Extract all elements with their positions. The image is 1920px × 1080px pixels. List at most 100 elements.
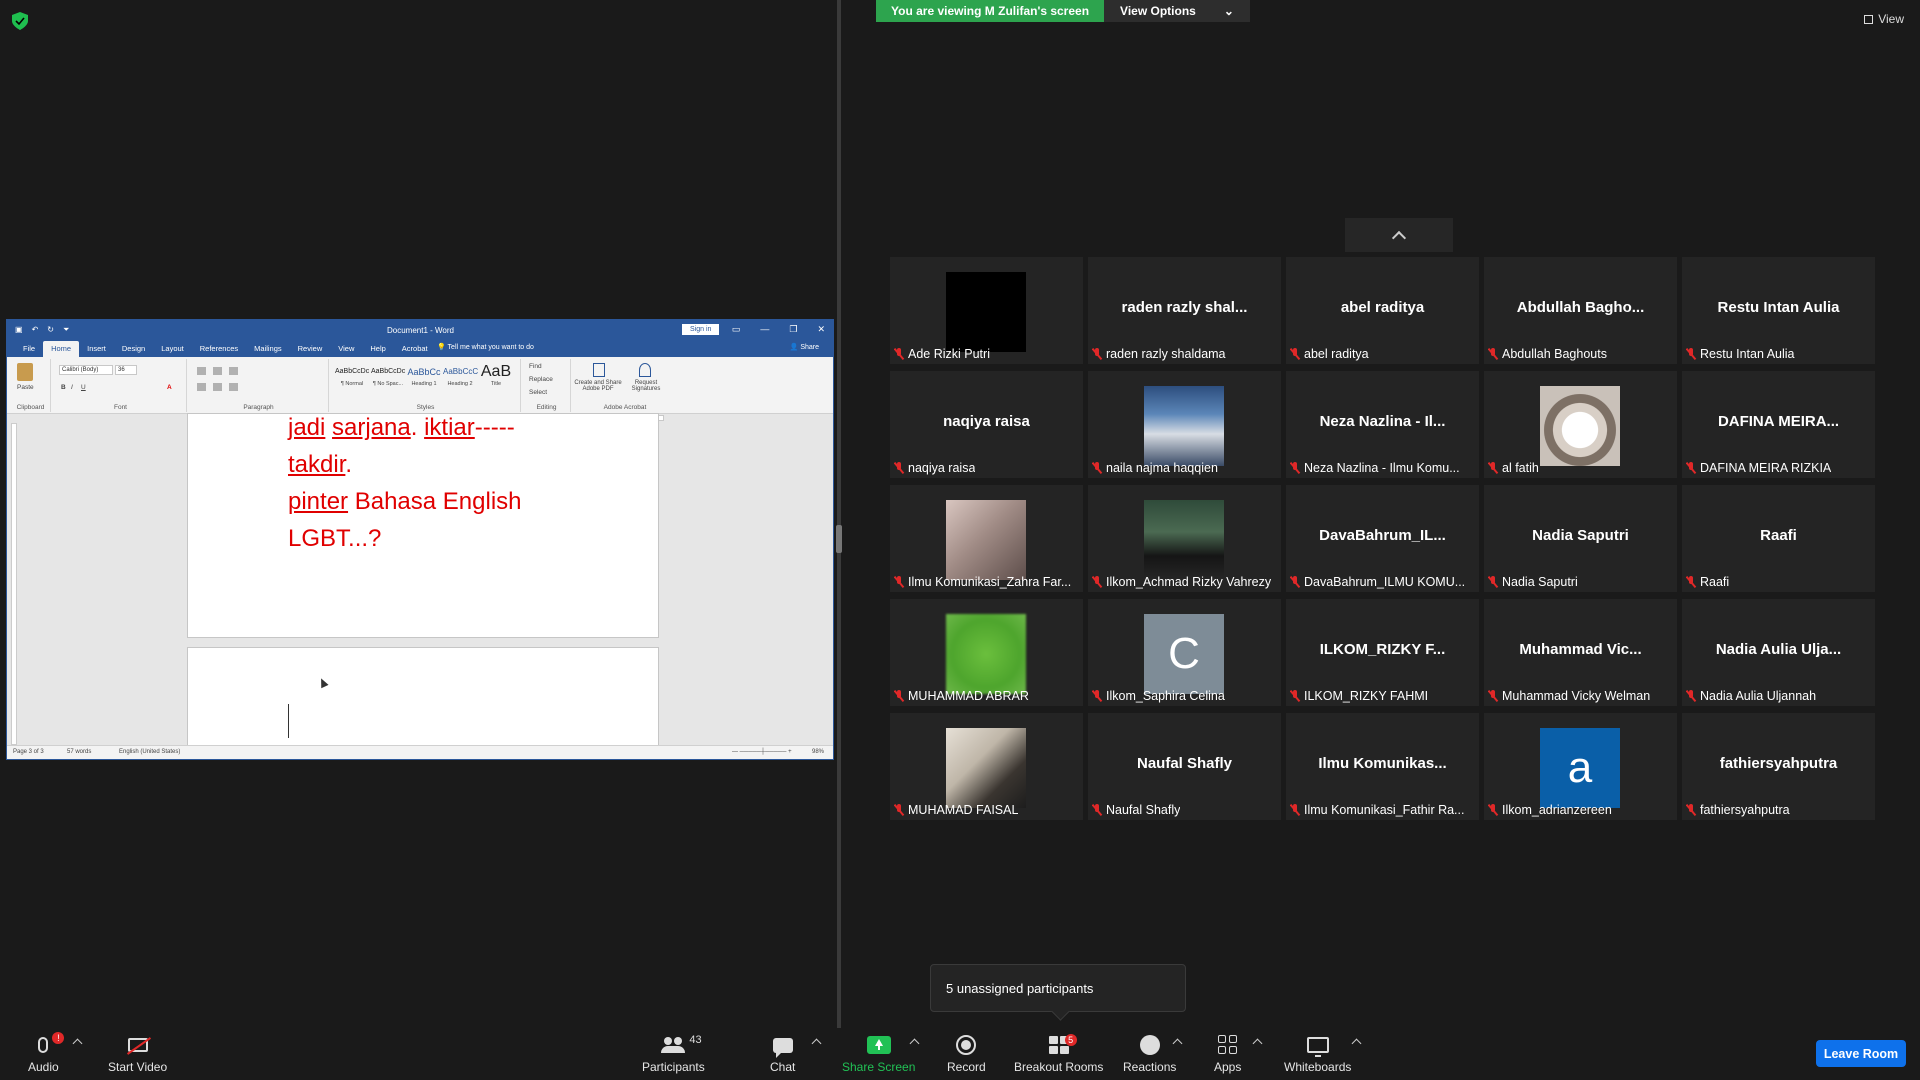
reactions-button[interactable]: Reactions xyxy=(1123,1032,1176,1074)
customize-icon[interactable]: ⏷ xyxy=(63,325,69,335)
participant-tile[interactable]: raden razly shal... raden razly shaldama xyxy=(1088,257,1281,364)
participant-tile[interactable]: al fatih xyxy=(1484,371,1677,478)
leave-room-button[interactable]: Leave Room xyxy=(1816,1040,1906,1067)
unassigned-participants-tooltip[interactable]: 5 unassigned participants xyxy=(930,964,1186,1012)
apps-options-caret[interactable] xyxy=(1252,1038,1263,1049)
style-heading-1[interactable]: AaBbCc Heading 1 xyxy=(407,363,441,387)
document-text[interactable]: jadi sarjana. iktiar----- takdir. pinter… xyxy=(288,414,522,557)
zoom-slider[interactable]: — ─────┼───── + xyxy=(732,749,792,755)
participant-tile[interactable]: Ilmu Komunikas... Ilmu Komunikasi_Fathir … xyxy=(1286,713,1479,820)
share-button[interactable]: 👤 Share xyxy=(790,343,819,351)
page-count[interactable]: Page 3 of 3 xyxy=(13,749,44,755)
style-normal[interactable]: AaBbCcDc ¶ Normal xyxy=(335,363,369,387)
gallery-page-up-button[interactable] xyxy=(1345,218,1453,252)
tab-layout[interactable]: Layout xyxy=(153,341,192,357)
font-color-button[interactable]: A xyxy=(167,384,172,391)
chat-button[interactable]: Chat xyxy=(770,1032,795,1074)
participant-tile[interactable]: Abdullah Bagho... Abdullah Baghouts xyxy=(1484,257,1677,364)
zoom-level[interactable]: 98% xyxy=(812,749,824,755)
align-right-icon[interactable] xyxy=(229,383,238,391)
tell-me-search[interactable]: 💡 Tell me what you want to do xyxy=(437,343,534,351)
whiteboards-button[interactable]: Whiteboards xyxy=(1284,1032,1351,1074)
participant-tile[interactable]: Neza Nazlina - Il... Neza Nazlina - Ilmu … xyxy=(1286,371,1479,478)
numbering-icon[interactable] xyxy=(213,367,222,375)
participant-tile[interactable]: Nadia Saputri Nadia Saputri xyxy=(1484,485,1677,592)
underline-button[interactable]: U xyxy=(81,384,86,391)
chat-options-caret[interactable] xyxy=(811,1038,822,1049)
participant-tile[interactable]: abel raditya abel raditya xyxy=(1286,257,1479,364)
participant-tile[interactable]: naqiya raisa naqiya raisa xyxy=(890,371,1083,478)
tab-mailings[interactable]: Mailings xyxy=(246,341,290,357)
style-title[interactable]: AaB Title xyxy=(479,363,513,387)
split-divider[interactable] xyxy=(837,0,841,1028)
tab-acrobat[interactable]: Acrobat xyxy=(394,341,436,357)
tab-home[interactable]: Home xyxy=(43,341,80,357)
tab-view[interactable]: View xyxy=(330,341,362,357)
participant-tile[interactable]: Ilkom_Achmad Rizky Vahrezy xyxy=(1088,485,1281,592)
document-page-empty[interactable] xyxy=(187,647,659,747)
italic-button[interactable]: I xyxy=(71,384,73,391)
participant-tile[interactable]: Naufal Shafly Naufal Shafly xyxy=(1088,713,1281,820)
share-screen-button[interactable]: Share Screen xyxy=(842,1032,915,1074)
participant-tile[interactable]: ILKOM_RIZKY F... ILKOM_RIZKY FAHMI xyxy=(1286,599,1479,706)
participant-tile[interactable]: Muhammad Vic... Muhammad Vicky Welman xyxy=(1484,599,1677,706)
participant-tile[interactable]: C Ilkom_Saphira Celina xyxy=(1088,599,1281,706)
apps-button[interactable]: Apps xyxy=(1214,1032,1241,1074)
participant-tile[interactable]: DavaBahrum_IL... DavaBahrum_ILMU KOMU... xyxy=(1286,485,1479,592)
request-signatures-button[interactable]: Request Signatures xyxy=(625,380,667,392)
create-pdf-button[interactable]: Create and Share Adobe PDF xyxy=(573,380,623,392)
participant-tile[interactable]: MUHAMAD FAISAL xyxy=(890,713,1083,820)
breakout-rooms-button[interactable]: 5 Breakout Rooms xyxy=(1014,1032,1103,1074)
select-button[interactable]: Select xyxy=(529,389,547,396)
align-center-icon[interactable] xyxy=(213,383,222,391)
record-button[interactable]: Record xyxy=(947,1032,986,1074)
start-video-button[interactable]: Start Video xyxy=(108,1032,167,1074)
participants-button[interactable]: 43 Participants xyxy=(642,1032,705,1074)
ribbon-display-icon[interactable]: ▭ xyxy=(732,324,741,335)
word-count[interactable]: 57 words xyxy=(67,749,91,755)
bullets-icon[interactable] xyxy=(197,367,206,375)
close-icon[interactable]: ✕ xyxy=(817,324,825,335)
tab-design[interactable]: Design xyxy=(114,341,153,357)
audio-button[interactable]: ! Audio xyxy=(28,1032,65,1074)
participant-tile[interactable]: Raafi Raafi xyxy=(1682,485,1875,592)
shield-icon[interactable] xyxy=(12,12,28,30)
paste-label[interactable]: Paste xyxy=(17,384,34,391)
document-page[interactable]: jadi sarjana. iktiar----- takdir. pinter… xyxy=(187,413,659,638)
restore-icon[interactable]: ❐ xyxy=(789,324,797,335)
participant-tile[interactable]: Restu Intan Aulia Restu Intan Aulia xyxy=(1682,257,1875,364)
undo-icon[interactable]: ↶ xyxy=(32,325,39,335)
participant-tile[interactable]: a Ilkom_adrianzereen xyxy=(1484,713,1677,820)
language-status[interactable]: English (United States) xyxy=(119,749,180,755)
view-options-button[interactable]: View Options ⌄ xyxy=(1104,0,1250,22)
tab-file[interactable]: File xyxy=(15,341,43,357)
font-name-select[interactable]: Calibri (Body) xyxy=(59,365,113,375)
bold-button[interactable]: B xyxy=(61,384,66,391)
participant-tile[interactable]: Ade Rizki Putri xyxy=(890,257,1083,364)
tab-insert[interactable]: Insert xyxy=(79,341,114,357)
multilevel-icon[interactable] xyxy=(229,367,238,375)
view-button[interactable]: View xyxy=(1864,12,1904,26)
participant-tile[interactable]: Nadia Aulia Ulja... Nadia Aulia Uljannah xyxy=(1682,599,1875,706)
create-pdf-icon[interactable] xyxy=(593,363,605,377)
paste-icon[interactable] xyxy=(17,363,33,381)
font-size-select[interactable]: 36 xyxy=(115,365,137,375)
participant-tile[interactable]: MUHAMMAD ABRAR xyxy=(890,599,1083,706)
vertical-ruler[interactable] xyxy=(11,423,17,745)
participant-tile[interactable]: naila najma haqqien xyxy=(1088,371,1281,478)
request-signatures-icon[interactable] xyxy=(639,363,651,377)
whiteboards-options-caret[interactable] xyxy=(1351,1038,1362,1049)
replace-button[interactable]: Replace xyxy=(529,376,553,383)
style-no-spacing[interactable]: AaBbCcDc ¶ No Spac... xyxy=(371,363,405,387)
style-heading-2[interactable]: AaBbCcC Heading 2 xyxy=(443,363,478,387)
save-icon[interactable]: ▣ xyxy=(15,325,23,335)
minimize-icon[interactable]: — xyxy=(760,324,769,335)
find-button[interactable]: Find xyxy=(529,363,542,370)
redo-icon[interactable]: ↻ xyxy=(47,325,54,335)
participant-tile[interactable]: DAFINA MEIRA... DAFINA MEIRA RIZKIA xyxy=(1682,371,1875,478)
sign-in-button[interactable]: Sign in xyxy=(682,324,720,335)
split-handle[interactable] xyxy=(836,525,842,553)
tab-references[interactable]: References xyxy=(192,341,246,357)
audio-options-caret[interactable] xyxy=(72,1038,83,1049)
tab-help[interactable]: Help xyxy=(362,341,393,357)
